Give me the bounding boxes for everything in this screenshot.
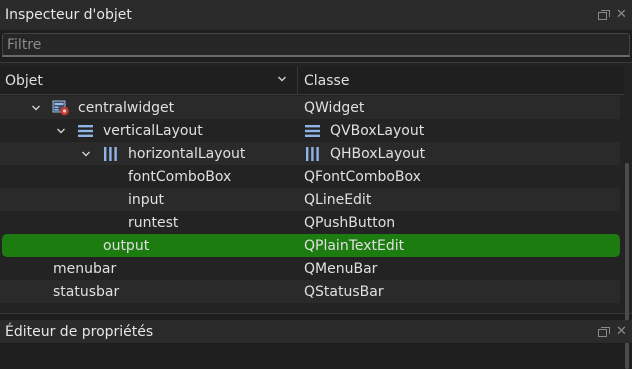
hbox-layout-icon — [306, 146, 319, 161]
float-window-icon[interactable] — [598, 326, 610, 337]
class-name: QPushButton — [304, 214, 396, 231]
widget-icon — [52, 100, 69, 115]
object-name: menubar — [53, 260, 117, 277]
tree-row-input[interactable]: input QLineEdit — [0, 188, 620, 211]
column-header-object[interactable]: Objet — [0, 67, 298, 94]
object-name: output — [103, 237, 150, 254]
tree-rows: centralwidget QWidget verticalLayout QVB… — [0, 96, 624, 303]
filter-input[interactable] — [3, 34, 629, 55]
filter-field[interactable] — [2, 33, 630, 57]
tree-row-menubar[interactable]: menubar QMenuBar — [0, 257, 620, 280]
object-name: horizontalLayout — [128, 145, 246, 162]
class-name: QLineEdit — [304, 191, 372, 208]
chevron-down-icon — [278, 76, 286, 82]
tree-row-statusbar[interactable]: statusbar QStatusBar — [0, 280, 620, 303]
tree-row-output[interactable]: output QPlainTextEdit — [2, 234, 620, 257]
class-name: QStatusBar — [304, 283, 384, 300]
object-name: runtest — [128, 214, 179, 231]
class-name: QHBoxLayout — [330, 145, 426, 162]
tree-row-centralwidget[interactable]: centralwidget QWidget — [0, 96, 620, 119]
class-name: QFontComboBox — [304, 168, 421, 185]
float-window-icon[interactable] — [598, 10, 610, 20]
class-name: QVBoxLayout — [330, 122, 425, 139]
object-name: fontComboBox — [128, 168, 232, 185]
chevron-down-icon[interactable] — [55, 125, 67, 137]
property-editor-title: Éditeur de propriétés — [5, 323, 154, 340]
close-icon[interactable]: ✕ — [616, 8, 628, 21]
tree-row-runtest[interactable]: runtest QPushButton — [0, 211, 620, 234]
class-name: QPlainTextEdit — [304, 237, 405, 254]
vbox-layout-icon — [305, 124, 320, 137]
tree-row-fontcombobox[interactable]: fontComboBox QFontComboBox — [0, 165, 620, 188]
close-icon[interactable]: ✕ — [616, 325, 628, 338]
object-name: verticalLayout — [103, 122, 203, 139]
object-name: input — [128, 191, 165, 208]
chevron-down-icon[interactable] — [30, 102, 42, 114]
chevron-down-icon[interactable] — [80, 148, 92, 160]
vbox-layout-icon — [78, 124, 93, 137]
object-inspector-title: Inspecteur d'objet — [5, 7, 132, 23]
object-tree[interactable]: Objet Classe centralwidget QWidget verti… — [0, 62, 632, 369]
object-name: statusbar — [53, 283, 120, 300]
hbox-layout-icon — [104, 146, 117, 161]
tree-row-verticallayout[interactable]: verticalLayout QVBoxLayout — [0, 119, 620, 142]
tree-row-horizontallayout[interactable]: horizontalLayout QHBoxLayout — [0, 142, 620, 165]
column-header-class[interactable]: Classe — [299, 67, 624, 94]
class-name: QMenuBar — [304, 260, 378, 277]
property-editor-title-bar: Éditeur de propriétés ✕ — [0, 320, 632, 343]
tree-header: Objet Classe — [0, 67, 624, 95]
object-inspector-title-bar: Inspecteur d'objet ✕ — [0, 0, 632, 30]
class-name: QWidget — [304, 99, 365, 116]
object-name: centralwidget — [78, 99, 175, 116]
